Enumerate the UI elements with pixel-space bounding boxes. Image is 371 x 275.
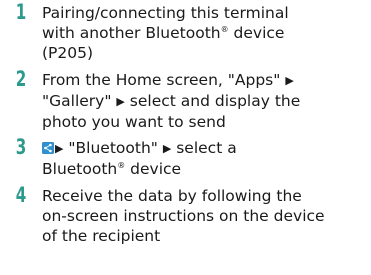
step-1: 1 Pairing/connecting this terminal with … bbox=[0, 0, 371, 64]
step-number: 4 bbox=[15, 182, 27, 207]
step-3: 3 ▶ "Bluetooth" ▶ select a Bluetooth® de… bbox=[0, 135, 371, 179]
step-number: 1 bbox=[15, 0, 27, 24]
page-reference: (P205) bbox=[42, 44, 94, 63]
step-text-line: photo you want to send bbox=[42, 113, 226, 132]
step-text: From the Home screen, "Apps" ▶ "Gallery"… bbox=[42, 70, 371, 133]
step-text-line: on-screen instructions on the device bbox=[42, 206, 325, 225]
step-text-line: device bbox=[228, 24, 285, 43]
step-text: ▶ "Bluetooth" ▶ select a Bluetooth® devi… bbox=[42, 138, 371, 179]
step-number: 2 bbox=[15, 66, 27, 91]
step-text-line: with another Bluetooth bbox=[42, 24, 221, 43]
step-text-line: "Gallery" bbox=[42, 91, 117, 110]
arrow-icon: ▶ bbox=[116, 94, 125, 108]
step-text-line: Bluetooth bbox=[42, 160, 118, 179]
arrow-icon: ▶ bbox=[285, 73, 294, 87]
registered-mark: ® bbox=[220, 25, 229, 35]
step-text-line: Receive the data by following the bbox=[42, 186, 302, 205]
step-text-line: device bbox=[125, 160, 182, 179]
procedure-steps: 1 Pairing/connecting this terminal with … bbox=[0, 0, 371, 247]
share-icon bbox=[42, 142, 54, 155]
step-number: 3 bbox=[15, 135, 27, 160]
step-text-line: Pairing/connecting this terminal bbox=[42, 4, 289, 22]
step-text-line: From the Home screen, "Apps" bbox=[42, 70, 286, 89]
step-text-line: of the recipient bbox=[42, 227, 161, 246]
step-text-line: select and display the bbox=[124, 91, 301, 110]
step-text: Pairing/connecting this terminal with an… bbox=[42, 3, 371, 64]
step-text-line: "Bluetooth" bbox=[63, 139, 163, 158]
step-text-line: select a bbox=[171, 139, 237, 158]
step-text: Receive the data by following the on-scr… bbox=[42, 186, 371, 247]
step-2: 2 From the Home screen, "Apps" ▶ "Galler… bbox=[0, 66, 371, 133]
step-4: 4 Receive the data by following the on-s… bbox=[0, 182, 371, 247]
